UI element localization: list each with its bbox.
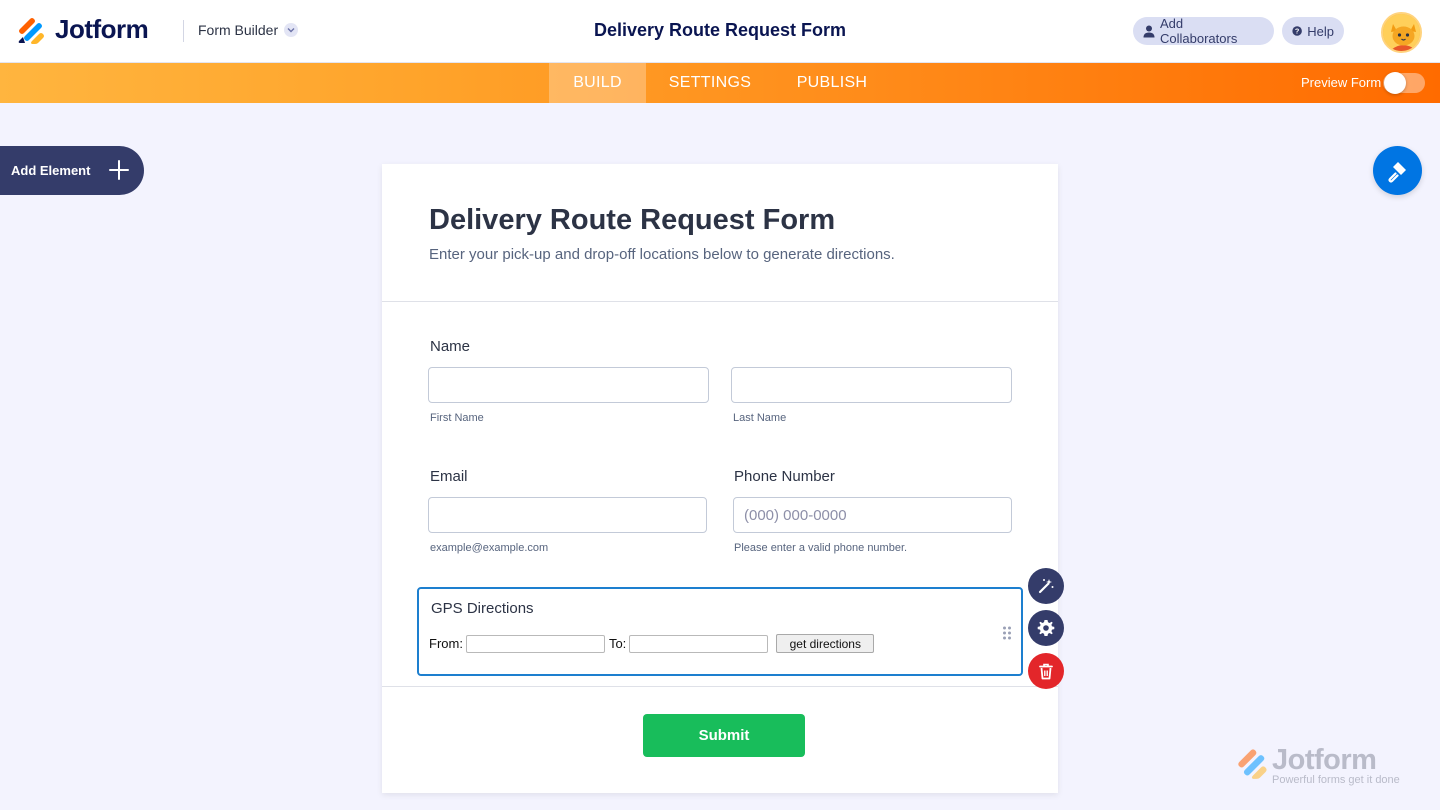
- submit-button[interactable]: Submit: [643, 714, 805, 757]
- gps-directions-field[interactable]: GPS Directions From: To: get directions: [417, 587, 1023, 676]
- preview-form-toggle[interactable]: [1383, 72, 1425, 94]
- builder-nav-bar: BUILD SETTINGS PUBLISH Preview Form: [0, 63, 1440, 103]
- tab-publish[interactable]: PUBLISH: [780, 63, 884, 103]
- form-heading[interactable]: Delivery Route Request Form: [429, 204, 835, 237]
- last-name-sublabel: Last Name: [733, 412, 787, 424]
- add-element-label: Add Element: [11, 163, 91, 178]
- top-header: Jotform Form Builder Delivery Route Requ…: [0, 0, 1440, 63]
- form-designer-button[interactable]: [1373, 146, 1422, 195]
- field-properties-button[interactable]: [1028, 610, 1064, 646]
- header-divider-line: [382, 301, 1058, 302]
- user-avatar[interactable]: [1381, 12, 1422, 53]
- email-input[interactable]: [428, 497, 707, 533]
- phone-sublabel: Please enter a valid phone number.: [734, 542, 908, 554]
- preview-form-label: Preview Form: [1301, 75, 1382, 90]
- svg-text:?: ?: [1295, 27, 1300, 36]
- name-label: Name: [430, 338, 471, 355]
- plus-icon: [109, 160, 129, 180]
- chevron-down-icon: [284, 23, 299, 37]
- jotform-watermark: Jotform Powerful forms get it done: [1236, 744, 1416, 789]
- header-form-title[interactable]: Delivery Route Request Form: [594, 20, 846, 40]
- first-name-sublabel: First Name: [430, 412, 484, 424]
- tab-settings[interactable]: SETTINGS: [656, 63, 764, 103]
- header-divider: [183, 20, 184, 42]
- watermark-brand: Jotform: [1272, 744, 1377, 776]
- question-circle-icon: ?: [1292, 26, 1302, 36]
- brand-name: Jotform: [55, 14, 149, 44]
- help-label: Help: [1307, 23, 1334, 39]
- jotform-logo[interactable]: Jotform: [17, 14, 149, 45]
- add-collaborators-button[interactable]: Add Collaborators: [1133, 16, 1274, 46]
- add-collaborators-label: Add Collaborators: [1160, 16, 1238, 46]
- footer-divider-line: [382, 686, 1058, 687]
- cat-avatar-icon: [1383, 14, 1420, 51]
- drag-handle-icon[interactable]: [1002, 626, 1012, 640]
- paint-roller-icon: [1387, 161, 1406, 183]
- toggle-knob: [1384, 72, 1406, 94]
- tab-build[interactable]: BUILD: [549, 63, 646, 103]
- jotform-logo-icon: [18, 17, 44, 44]
- gps-directions-label: GPS Directions: [431, 600, 534, 617]
- field-wizard-button[interactable]: [1028, 568, 1064, 604]
- form-card: Delivery Route Request Form Enter your p…: [382, 164, 1058, 793]
- form-builder-dropdown[interactable]: Form Builder: [198, 22, 299, 38]
- email-label: Email: [430, 468, 468, 485]
- form-builder-label: Form Builder: [198, 22, 279, 38]
- help-button[interactable]: ? Help: [1282, 17, 1344, 45]
- phone-input[interactable]: [733, 497, 1012, 533]
- to-input[interactable]: [629, 634, 769, 653]
- from-label: From:: [429, 636, 463, 651]
- magic-wand-icon: [1038, 579, 1054, 594]
- last-name-input[interactable]: [731, 367, 1012, 403]
- watermark-tagline: Powerful forms get it done: [1272, 774, 1400, 786]
- first-name-input[interactable]: [428, 367, 709, 403]
- gear-icon: [1037, 620, 1055, 636]
- get-directions-button[interactable]: get directions: [776, 634, 875, 653]
- add-element-button[interactable]: Add Element: [0, 146, 144, 195]
- email-sublabel: example@example.com: [430, 542, 549, 554]
- phone-label: Phone Number: [734, 468, 835, 485]
- gps-directions-row: From: To: get directions: [429, 634, 875, 653]
- trash-icon: [1039, 663, 1053, 679]
- user-icon: [1143, 25, 1155, 37]
- delete-field-button[interactable]: [1028, 653, 1064, 689]
- to-label: To:: [608, 636, 627, 651]
- jotform-watermark-logo-icon: [1238, 749, 1267, 779]
- from-input[interactable]: [465, 634, 605, 653]
- form-subheading[interactable]: Enter your pick-up and drop-off location…: [429, 246, 895, 263]
